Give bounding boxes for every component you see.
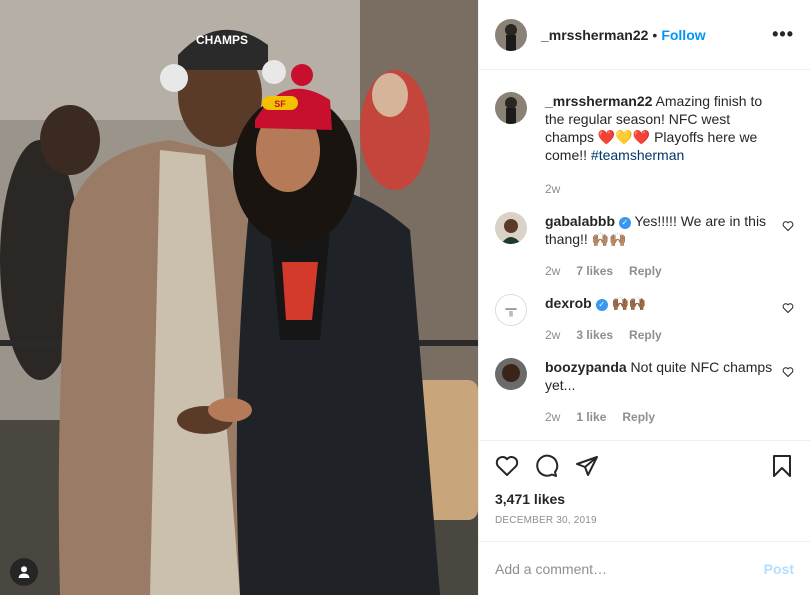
comment-bubble-icon[interactable]: [535, 454, 559, 478]
heart-icon[interactable]: [782, 302, 794, 314]
heart-icon[interactable]: [782, 366, 794, 378]
post-photo[interactable]: CHAMPS SF: [0, 0, 478, 595]
comment-avatar[interactable]: [495, 358, 527, 390]
comment-text: 🙌🏾🙌🏾: [607, 295, 647, 311]
verified-badge-icon: ✓: [595, 299, 608, 311]
comment-username[interactable]: gabalabbb: [545, 213, 615, 229]
person-icon: [18, 566, 30, 578]
comment-avatar[interactable]: [495, 294, 527, 326]
like-heart-icon[interactable]: [495, 454, 519, 478]
caption-username[interactable]: _mrssherman22: [545, 93, 652, 109]
post-date[interactable]: DECEMBER 30, 2019: [495, 515, 794, 526]
separator-dot: •: [652, 26, 658, 43]
caption: _mrssherman22 Amazing finish to the regu…: [495, 92, 794, 198]
reply-button[interactable]: Reply: [629, 326, 662, 344]
reply-button[interactable]: Reply: [629, 262, 662, 280]
comment-likes[interactable]: 1 like: [576, 408, 606, 426]
add-comment-input[interactable]: [495, 560, 764, 577]
comment-age[interactable]: 2w: [545, 408, 560, 426]
caption-avatar[interactable]: [495, 92, 527, 124]
action-icons: [495, 453, 794, 479]
comment-likes[interactable]: 3 likes: [576, 326, 613, 344]
likes-count[interactable]: 3,471 likes: [495, 491, 794, 507]
add-comment-bar: Post: [479, 541, 810, 595]
save-bookmark-icon[interactable]: [770, 454, 794, 478]
comments-list[interactable]: _mrssherman22 Amazing finish to the regu…: [479, 70, 810, 440]
beanie-logo: SF: [274, 99, 286, 109]
post-actions: 3,471 likes DECEMBER 30, 2019: [479, 440, 810, 526]
comment-age[interactable]: 2w: [545, 262, 560, 280]
reply-button[interactable]: Reply: [622, 408, 655, 426]
comment-age[interactable]: 2w: [545, 326, 560, 344]
hat-text: CHAMPS: [196, 33, 248, 47]
post-modal: CHAMPS SF _mrssherman22 • Follow ••• _mr…: [0, 0, 810, 595]
comment-username[interactable]: dexrob: [545, 295, 592, 311]
author-avatar[interactable]: [495, 18, 527, 51]
comment-item: gabalabbb ✓ Yes!!!!! We are in this than…: [495, 212, 794, 280]
comment-username[interactable]: boozypanda: [545, 359, 627, 375]
heart-icon[interactable]: [782, 220, 794, 232]
post-side-panel: _mrssherman22 • Follow ••• _mrssherman22…: [478, 0, 810, 595]
share-paper-plane-icon[interactable]: [575, 454, 599, 478]
comment-item: dexrob ✓ 🙌🏾🙌🏾 2w 3 likes Reply: [495, 294, 794, 344]
caption-hashtag[interactable]: #teamsherman: [591, 147, 684, 163]
post-header: _mrssherman22 • Follow •••: [479, 0, 810, 70]
follow-button[interactable]: Follow: [661, 27, 705, 43]
photo-illustration: CHAMPS SF: [0, 0, 478, 595]
comment-likes[interactable]: 7 likes: [576, 262, 613, 280]
post-comment-button[interactable]: Post: [764, 561, 794, 577]
comment-avatar[interactable]: [495, 212, 527, 244]
author-username[interactable]: _mrssherman22: [541, 27, 648, 43]
tagged-users-button[interactable]: [10, 558, 38, 586]
comment-item: boozypanda Not quite NFC champs yet... 2…: [495, 358, 794, 426]
more-options-icon[interactable]: •••: [772, 24, 794, 45]
caption-age[interactable]: 2w: [545, 180, 560, 198]
verified-badge-icon: ✓: [618, 217, 631, 229]
